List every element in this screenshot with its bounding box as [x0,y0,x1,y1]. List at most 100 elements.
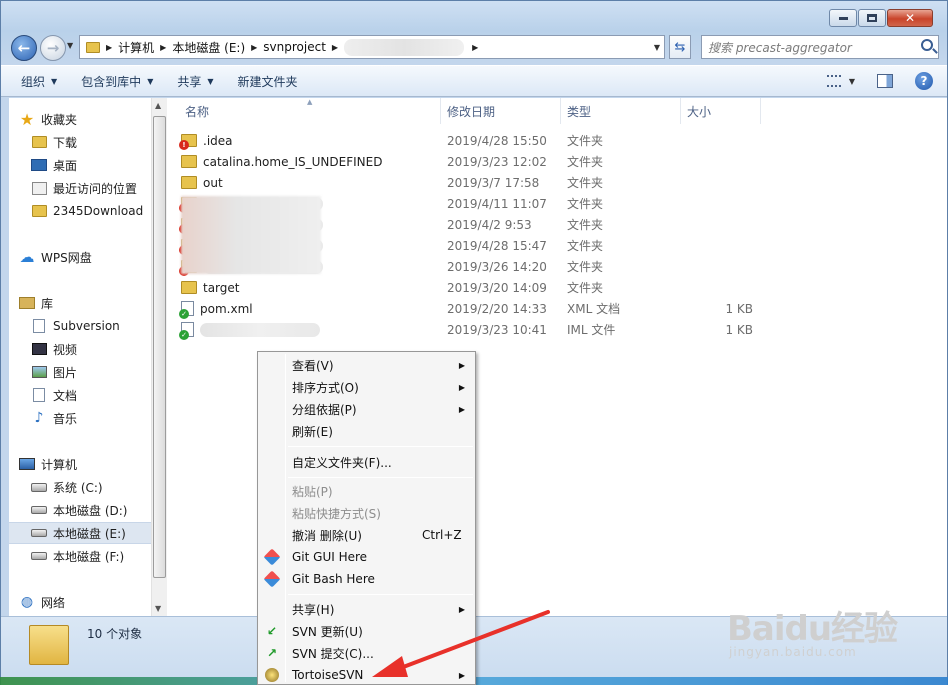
maximize-button[interactable] [858,9,886,27]
new-folder-label: 新建文件夹 [237,74,298,89]
chevron-right-icon[interactable]: ▶ [160,43,166,52]
menu-item-svn-commit[interactable]: ↗ SVN 提交(C)... [260,642,473,664]
address-history-dropdown-icon[interactable]: ▼ [654,43,660,52]
column-header-type[interactable]: 类型 [561,98,681,124]
recent-pages-dropdown-icon[interactable]: ▼ [67,41,73,50]
music-icon: ♪ [34,410,44,426]
sidebar-item[interactable]: ☁ WPS网盘 [9,246,151,268]
minimize-button[interactable] [829,9,857,27]
file-type: 文件夹 [567,176,604,190]
sidebar-item[interactable]: ★ 收藏夹 [9,108,151,130]
sidebar-item-label: 收藏夹 [41,112,78,127]
sidebar-item[interactable]: Subversion [9,315,151,337]
file-row[interactable]: ✓ 2019/3/23 10:41 IML 文件 1 KB [179,319,781,340]
breadcrumb-svnproject[interactable]: svnproject [263,40,326,54]
back-button[interactable]: ← [11,35,37,61]
sidebar-item[interactable]: 本地磁盘 (D:) [9,499,151,521]
menu-item-refresh[interactable]: 刷新(E) [260,420,473,442]
menu-item-git-gui[interactable]: Git GUI Here [260,546,473,568]
menu-git-gui-label: Git GUI Here [292,550,368,564]
refresh-button[interactable]: ⇆ [669,35,691,59]
menu-item-paste: 粘贴(P) [260,480,473,502]
view-options-dropdown-icon[interactable]: ▼ [849,77,855,86]
menu-item-sort-by[interactable]: 排序方式(O) ▶ [260,376,473,398]
sidebar-item[interactable]: 计算机 [9,453,151,475]
preview-pane-icon[interactable] [877,74,893,88]
sidebar-item[interactable]: 库 [9,292,151,314]
sidebar-item[interactable]: 2345Download [9,200,151,222]
column-size-label: 大小 [687,104,712,119]
search-icon[interactable] [921,39,933,51]
menu-paste-shortcut-label: 粘贴快捷方式(S) [292,506,381,521]
file-row[interactable]: catalina.home_IS_UNDEFINED 2019/3/23 12:0… [181,151,781,172]
column-type-label: 类型 [567,104,592,119]
address-bar[interactable]: ▶ 计算机 ▶ 本地磁盘 (E:) ▶ svnproject ▶ ▶ ▼ [79,35,665,59]
file-modified: 2019/3/23 10:41 [447,322,547,337]
file-row[interactable]: target 2019/3/20 14:09 文件夹 [181,277,781,298]
forward-button[interactable]: → [40,35,66,61]
breadcrumb-drive-e[interactable]: 本地磁盘 (E:) [172,39,245,56]
sidebar-item-label: WPS网盘 [41,250,92,265]
file-type: 文件夹 [567,197,604,211]
chevron-right-icon[interactable]: ▶ [472,43,478,52]
share-button[interactable]: 共享 ▼ [177,73,213,90]
git-icon [263,548,281,566]
close-button[interactable]: ✕ [887,9,933,27]
sidebar-item[interactable]: 最近访问的位置 [9,177,151,199]
sidebar-item[interactable]: ◍ 网络 [9,591,151,613]
new-folder-button[interactable]: 新建文件夹 [238,73,298,90]
submenu-arrow-icon: ▶ [458,670,465,680]
chevron-right-icon[interactable]: ▶ [106,43,112,52]
file-row[interactable]: out 2019/3/7 17:58 文件夹 [181,172,781,193]
menu-item-svn-update[interactable]: ↙ SVN 更新(U) [260,620,473,642]
organize-button[interactable]: 组织 ▼ [21,73,57,90]
breadcrumb-redacted[interactable] [344,38,465,56]
pictures-icon [31,365,47,379]
include-in-library-button[interactable]: 包含到库中 ▼ [81,73,153,90]
file-type: XML 文档 [567,302,621,316]
video-icon [31,342,47,356]
menu-sort-label: 排序方式(O) [292,380,359,395]
sidebar-item[interactable]: ♪ 音乐 [9,407,151,429]
scroll-up-icon[interactable]: ▲ [155,101,161,110]
menu-item-group-by[interactable]: 分组依据(P) ▶ [260,398,473,420]
file-row[interactable]: ✓ pom.xml 2019/2/20 14:33 XML 文档 1 KB [179,298,781,319]
menu-item-view[interactable]: 查看(V) ▶ [260,354,473,376]
file-row[interactable]: ! .idea 2019/4/28 15:50 文件夹 [179,130,781,151]
scroll-down-icon[interactable]: ▼ [155,604,161,613]
chevron-right-icon[interactable]: ▶ [251,43,257,52]
chevron-down-icon: ▼ [51,76,58,86]
sidebar-item[interactable]: 文档 [9,384,151,406]
sidebar-item[interactable]: 本地磁盘 (E:) [9,522,151,544]
menu-refresh-label: 刷新(E) [292,424,333,439]
svn-normal-badge-icon: ✓ [179,330,189,340]
column-header-name[interactable]: 名称 [167,98,441,124]
menu-item-share[interactable]: 共享(H) ▶ [260,598,473,620]
sidebar-item[interactable]: 本地磁盘 (F:) [9,545,151,567]
folder-icon [181,281,197,294]
sidebar-item[interactable]: 下载 [9,131,151,153]
scroll-thumb[interactable] [153,116,166,578]
menu-item-customize-folder[interactable]: 自定义文件夹(F)... [260,451,473,473]
desktop-icon [31,158,47,172]
search-input[interactable]: 搜索 precast-aggregator [701,35,939,59]
sidebar-item[interactable]: 视频 [9,338,151,360]
sidebar-item[interactable]: 系统 (C:) [9,476,151,498]
change-view-icon[interactable] [826,75,841,87]
menu-item-git-bash[interactable]: Git Bash Here [260,568,473,590]
chevron-right-icon[interactable]: ▶ [332,43,338,52]
help-icon[interactable]: ? [915,72,933,90]
menu-undo-shortcut: Ctrl+Z [422,528,462,542]
watermark: Baidu经验 jingyan.baidu.com [727,601,898,659]
menu-svn-update-label: SVN 更新(U) [292,624,363,639]
column-header-modified[interactable]: 修改日期 [441,98,561,124]
menu-item-undo-delete[interactable]: 撤消 删除(U) Ctrl+Z [260,524,473,546]
column-header-size[interactable]: 大小 [681,98,761,124]
sidebar-item[interactable]: 图片 [9,361,151,383]
sidebar-item-label: 系统 (C:) [53,480,103,495]
sidebar-item[interactable]: 桌面 [9,154,151,176]
submenu-arrow-icon: ▶ [458,604,465,614]
breadcrumb-computer[interactable]: 计算机 [118,39,154,56]
menu-item-tortoisesvn[interactable]: TortoiseSVN ▶ [260,664,473,685]
navigation-scrollbar[interactable]: ▲ ▼ [151,98,167,616]
